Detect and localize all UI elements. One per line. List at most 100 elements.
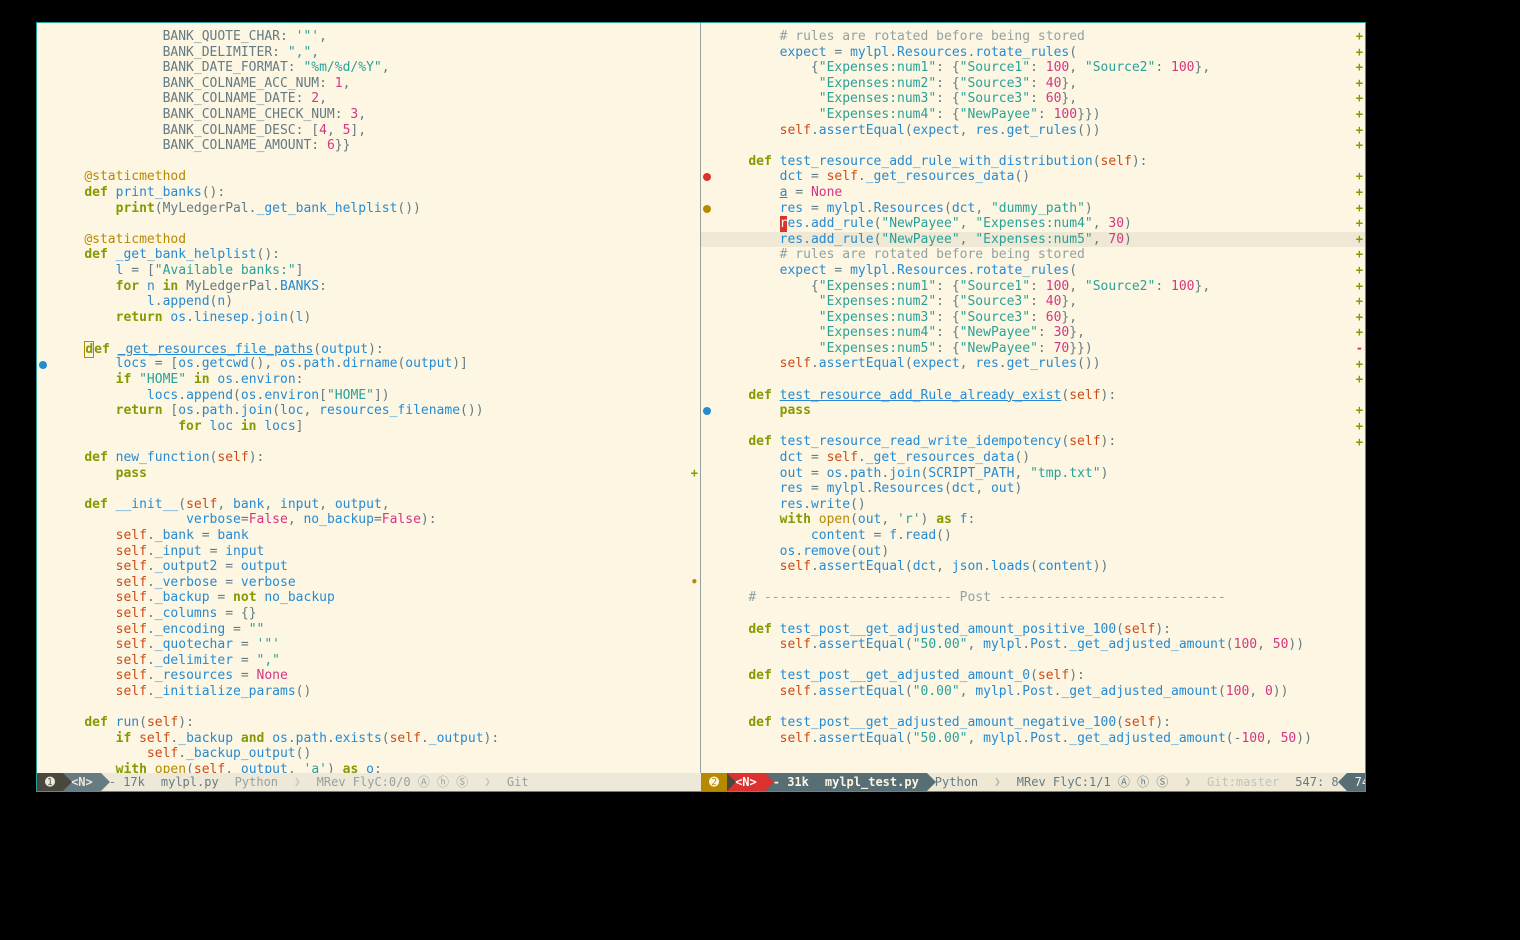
code-line[interactable]: res = mylpl.Resources(dct, out) <box>717 481 1349 497</box>
code-line[interactable]: def new_function(self): <box>53 450 684 466</box>
code-line[interactable]: "Expenses:num2": {"Source3": 40}, <box>717 76 1349 92</box>
code-line[interactable]: @staticmethod <box>53 232 684 248</box>
code-line[interactable]: self._bank = bank <box>53 528 684 544</box>
code-line[interactable]: {"Expenses:num1": {"Source1": 100, "Sour… <box>717 60 1349 76</box>
code-line[interactable] <box>53 325 684 341</box>
code-line[interactable]: "Expenses:num4": {"NewPayee": 30}, <box>717 325 1349 341</box>
code-line[interactable]: # rules are rotated before being stored <box>717 29 1349 45</box>
code-line[interactable]: def print_banks(): <box>53 185 684 201</box>
code-line[interactable]: verbose=False, no_backup=False): <box>53 512 684 528</box>
code-line[interactable]: def test_resource_add_rule_with_distribu… <box>717 154 1349 170</box>
code-line[interactable]: self._quotechar = '"' <box>53 637 684 653</box>
code-line[interactable]: self._backup = not no_backup <box>53 590 684 606</box>
code-line[interactable]: os.remove(out) <box>717 544 1349 560</box>
code-line[interactable]: self._output2 = output <box>53 559 684 575</box>
code-line[interactable]: @staticmethod <box>53 169 684 185</box>
code-line[interactable]: content = f.read() <box>717 528 1349 544</box>
code-line[interactable]: self.assertEqual("50.00", mylpl.Post._ge… <box>717 637 1349 653</box>
code-line[interactable]: with open(self._output, 'a') as o: <box>53 762 684 773</box>
code-line[interactable]: self._verbose = verbose <box>53 575 684 591</box>
code-line[interactable] <box>717 575 1349 591</box>
code-line[interactable]: self.assertEqual(expect, res.get_rules()… <box>717 123 1349 139</box>
code-line[interactable]: with open(out, 'r') as f: <box>717 512 1349 528</box>
code-line[interactable]: for n in MyLedgerPal.BANKS: <box>53 279 684 295</box>
code-line[interactable]: "Expenses:num3": {"Source3": 60}, <box>717 91 1349 107</box>
code-line[interactable]: locs.append(os.environ["HOME"]) <box>53 388 684 404</box>
code-line[interactable] <box>53 154 684 170</box>
code-line[interactable]: l.append(n) <box>53 294 684 310</box>
code-line[interactable]: self.assertEqual(dct, json.loads(content… <box>717 559 1349 575</box>
code-line[interactable]: # rules are rotated before being stored <box>717 247 1349 263</box>
code-line[interactable]: def test_post__get_adjusted_amount_negat… <box>717 715 1349 731</box>
code-line[interactable] <box>717 606 1349 622</box>
code-line[interactable]: "Expenses:num5": {"NewPayee": 70}}) <box>717 341 1349 357</box>
code-line[interactable]: self.assertEqual("50.00", mylpl.Post._ge… <box>717 731 1349 747</box>
code-line[interactable] <box>717 372 1349 388</box>
code-line[interactable] <box>717 700 1349 716</box>
code-line[interactable]: def _get_bank_helplist(): <box>53 247 684 263</box>
code-line[interactable]: self._initialize_params() <box>53 684 684 700</box>
code-line[interactable]: {"Expenses:num1": {"Source1": 100, "Sour… <box>717 279 1349 295</box>
code-line[interactable]: if self._backup and os.path.exists(self.… <box>53 731 684 747</box>
modeline-left[interactable]: ➊ <N> - 17k mylpl.py Python ❯ MRev FlyC:… <box>37 773 701 791</box>
code-line[interactable] <box>717 419 1349 435</box>
code-line[interactable]: res = mylpl.Resources(dct, "dummy_path") <box>717 201 1349 217</box>
code-line[interactable]: expect = mylpl.Resources.rotate_rules( <box>717 45 1349 61</box>
buffer-filename[interactable]: mylpl.py <box>153 773 227 791</box>
code-line[interactable]: dct = self._get_resources_data() <box>717 169 1349 185</box>
code-line[interactable]: BANK_COLNAME_DESC: [4, 5], <box>53 123 684 139</box>
code-line[interactable] <box>53 434 684 450</box>
code-line[interactable]: res.add_rule("NewPayee", "Expenses:num4"… <box>717 216 1349 232</box>
right-pane[interactable]: # rules are rotated before being stored … <box>701 23 1365 773</box>
code-line[interactable]: for loc in locs] <box>53 419 684 435</box>
code-line[interactable]: return os.linesep.join(l) <box>53 310 684 326</box>
code-line[interactable]: res.write() <box>717 497 1349 513</box>
code-line[interactable]: return [os.path.join(loc, resources_file… <box>53 403 684 419</box>
code-line[interactable]: def test_post__get_adjusted_amount_0(sel… <box>717 668 1349 684</box>
code-line[interactable]: self._columns = {} <box>53 606 684 622</box>
code-line[interactable]: locs = [os.getcwd(), os.path.dirname(out… <box>53 356 684 372</box>
right-code-area[interactable]: # rules are rotated before being stored … <box>717 29 1349 746</box>
code-line[interactable]: BANK_DATE_FORMAT: "%m/%d/%Y", <box>53 60 684 76</box>
code-line[interactable] <box>717 653 1349 669</box>
code-line[interactable]: BANK_COLNAME_DATE: 2, <box>53 91 684 107</box>
code-line[interactable]: self.assertEqual(expect, res.get_rules()… <box>717 356 1349 372</box>
code-line[interactable]: "Expenses:num3": {"Source3": 60}, <box>717 310 1349 326</box>
code-line[interactable]: BANK_COLNAME_CHECK_NUM: 3, <box>53 107 684 123</box>
code-line[interactable]: a = None <box>717 185 1349 201</box>
code-line[interactable]: def __init__(self, bank, input, output, <box>53 497 684 513</box>
code-line[interactable]: BANK_COLNAME_AMOUNT: 6}} <box>53 138 684 154</box>
code-line[interactable]: self._encoding = "" <box>53 622 684 638</box>
code-line[interactable]: BANK_QUOTE_CHAR: '"', <box>53 29 684 45</box>
left-code-area[interactable]: BANK_QUOTE_CHAR: '"', BANK_DELIMITER: ",… <box>53 29 684 773</box>
code-line[interactable] <box>717 138 1349 154</box>
code-line[interactable] <box>53 216 684 232</box>
code-line[interactable]: res.add_rule("NewPayee", "Expenses:num5"… <box>717 232 1349 248</box>
code-line[interactable] <box>53 700 684 716</box>
code-line[interactable]: if "HOME" in os.environ: <box>53 372 684 388</box>
left-pane[interactable]: BANK_QUOTE_CHAR: '"', BANK_DELIMITER: ",… <box>37 23 701 773</box>
buffer-filename[interactable]: mylpl_test.py <box>817 773 927 791</box>
code-line[interactable]: expect = mylpl.Resources.rotate_rules( <box>717 263 1349 279</box>
code-line[interactable]: def run(self): <box>53 715 684 731</box>
code-line[interactable]: l = ["Available banks:"] <box>53 263 684 279</box>
code-line[interactable]: "Expenses:num2": {"Source3": 40}, <box>717 294 1349 310</box>
code-line[interactable]: self._backup_output() <box>53 746 684 762</box>
code-line[interactable]: pass <box>53 466 684 482</box>
code-line[interactable]: BANK_DELIMITER: ",", <box>53 45 684 61</box>
code-line[interactable]: print(MyLedgerPal._get_bank_helplist()) <box>53 201 684 217</box>
code-line[interactable]: self._input = input <box>53 544 684 560</box>
code-line[interactable] <box>53 481 684 497</box>
code-line[interactable]: # ------------------------ Post --------… <box>717 590 1349 606</box>
modeline-right[interactable]: ➋ <N> - 31k mylpl_test.py Python ❯ MRev … <box>701 773 1365 791</box>
code-line[interactable]: def test_resource_add_Rule_already_exist… <box>717 388 1349 404</box>
code-line[interactable]: def _get_resources_file_paths(output): <box>53 341 684 357</box>
code-line[interactable]: "Expenses:num4": {"NewPayee": 100}}) <box>717 107 1349 123</box>
code-line[interactable]: self._resources = None <box>53 668 684 684</box>
code-line[interactable]: dct = self._get_resources_data() <box>717 450 1349 466</box>
code-line[interactable]: def test_post__get_adjusted_amount_posit… <box>717 622 1349 638</box>
code-line[interactable]: self._delimiter = "," <box>53 653 684 669</box>
code-line[interactable]: self.assertEqual("0.00", mylpl.Post._get… <box>717 684 1349 700</box>
code-line[interactable]: BANK_COLNAME_ACC_NUM: 1, <box>53 76 684 92</box>
code-line[interactable]: out = os.path.join(SCRIPT_PATH, "tmp.txt… <box>717 466 1349 482</box>
